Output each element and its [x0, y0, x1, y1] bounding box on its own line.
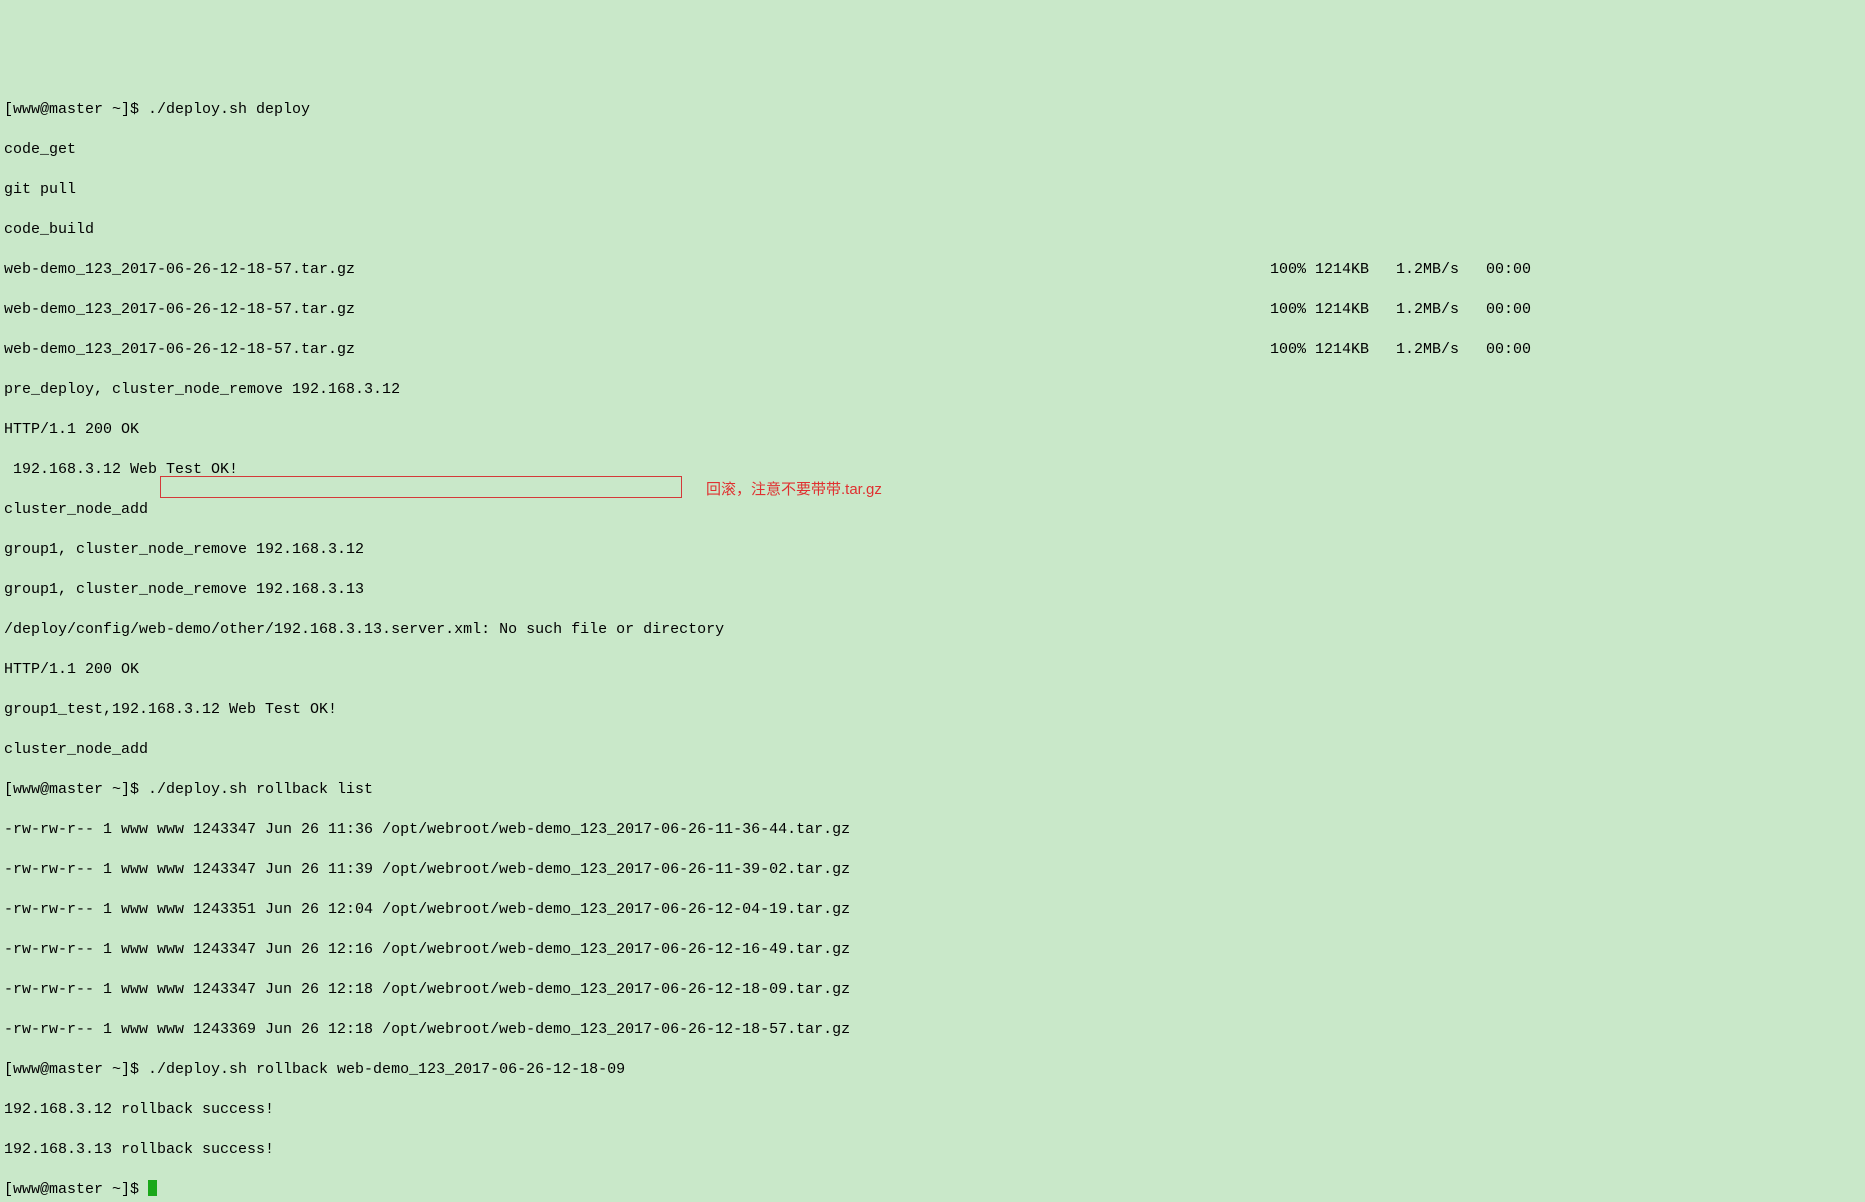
terminal-line: [www@master ~]$ ./deploy.sh rollback lis… — [4, 780, 1861, 800]
output-file: web-demo_123_2017-06-26-12-18-57.tar.gz — [4, 340, 355, 360]
terminal-output[interactable]: [www@master ~]$ ./deploy.sh deploy code_… — [0, 80, 1865, 1202]
terminal-line: /deploy/config/web-demo/other/192.168.3.… — [4, 620, 1861, 640]
transfer-stats: 100% 1214KB 1.2MB/s 00:00 — [1270, 300, 1567, 320]
prompt-command: [www@master ~]$ ./deploy.sh deploy — [4, 100, 310, 120]
terminal-line: -rw-rw-r-- 1 www www 1243369 Jun 26 12:1… — [4, 1020, 1861, 1040]
output-text: 192.168.3.12 rollback success! — [4, 1100, 274, 1120]
output-text: git pull — [4, 180, 76, 200]
output-text: 192.168.3.13 rollback success! — [4, 1140, 274, 1160]
file-listing: -rw-rw-r-- 1 www www 1243369 Jun 26 12:1… — [4, 1020, 850, 1040]
terminal-line: -rw-rw-r-- 1 www www 1243351 Jun 26 12:0… — [4, 900, 1861, 920]
terminal-line: HTTP/1.1 200 OK — [4, 420, 1861, 440]
output-text: cluster_node_add — [4, 740, 148, 760]
prompt-command: [www@master ~]$ ./deploy.sh rollback web… — [4, 1060, 625, 1080]
terminal-line: -rw-rw-r-- 1 www www 1243347 Jun 26 11:3… — [4, 820, 1861, 840]
output-text: group1, cluster_node_remove 192.168.3.12 — [4, 540, 364, 560]
output-text: code_get — [4, 140, 76, 160]
file-listing: -rw-rw-r-- 1 www www 1243347 Jun 26 12:1… — [4, 940, 850, 960]
transfer-stats: 100% 1214KB 1.2MB/s 00:00 — [1270, 260, 1567, 280]
output-text: code_build — [4, 220, 94, 240]
output-text: /deploy/config/web-demo/other/192.168.3.… — [4, 620, 724, 640]
output-text: group1_test,192.168.3.12 Web Test OK! — [4, 700, 337, 720]
terminal-line: [www@master ~]$ ./deploy.sh rollback web… — [4, 1060, 1861, 1080]
terminal-line: HTTP/1.1 200 OK — [4, 660, 1861, 680]
terminal-line: web-demo_123_2017-06-26-12-18-57.tar.gz 1… — [4, 300, 1861, 320]
terminal-line: cluster_node_add — [4, 740, 1861, 760]
terminal-line: group1, cluster_node_remove 192.168.3.12 — [4, 540, 1861, 560]
terminal-line: -rw-rw-r-- 1 www www 1243347 Jun 26 11:3… — [4, 860, 1861, 880]
terminal-line: web-demo_123_2017-06-26-12-18-57.tar.gz 1… — [4, 340, 1861, 360]
terminal-line: [www@master ~]$ — [4, 1180, 1861, 1200]
output-text: HTTP/1.1 200 OK — [4, 420, 139, 440]
cursor-icon — [148, 1180, 157, 1196]
annotation-label: 回滚，注意不要带带.tar.gz — [706, 480, 882, 500]
terminal-line: 192.168.3.13 rollback success! — [4, 1140, 1861, 1160]
terminal-line: git pull — [4, 180, 1861, 200]
terminal-line: cluster_node_add — [4, 500, 1861, 520]
file-listing: -rw-rw-r-- 1 www www 1243347 Jun 26 12:1… — [4, 980, 850, 1000]
terminal-line: group1, cluster_node_remove 192.168.3.13 — [4, 580, 1861, 600]
terminal-line: 192.168.3.12 Web Test OK! — [4, 460, 1861, 480]
file-listing: -rw-rw-r-- 1 www www 1243347 Jun 26 11:3… — [4, 860, 850, 880]
output-file: web-demo_123_2017-06-26-12-18-57.tar.gz — [4, 300, 355, 320]
output-text: 192.168.3.12 Web Test OK! — [4, 460, 238, 480]
file-listing: -rw-rw-r-- 1 www www 1243347 Jun 26 11:3… — [4, 820, 850, 840]
terminal-line: pre_deploy, cluster_node_remove 192.168.… — [4, 380, 1861, 400]
output-text: HTTP/1.1 200 OK — [4, 660, 139, 680]
prompt-command: [www@master ~]$ ./deploy.sh rollback lis… — [4, 780, 373, 800]
terminal-line: -rw-rw-r-- 1 www www 1243347 Jun 26 12:1… — [4, 980, 1861, 1000]
output-file: web-demo_123_2017-06-26-12-18-57.tar.gz — [4, 260, 355, 280]
output-text: pre_deploy, cluster_node_remove 192.168.… — [4, 380, 400, 400]
terminal-line: group1_test,192.168.3.12 Web Test OK! — [4, 700, 1861, 720]
output-text: cluster_node_add — [4, 500, 148, 520]
transfer-stats: 100% 1214KB 1.2MB/s 00:00 — [1270, 340, 1567, 360]
file-listing: -rw-rw-r-- 1 www www 1243351 Jun 26 12:0… — [4, 900, 850, 920]
terminal-line: code_build — [4, 220, 1861, 240]
prompt-text: [www@master ~]$ — [4, 1180, 148, 1200]
terminal-line: 192.168.3.12 rollback success! — [4, 1100, 1861, 1120]
output-text: group1, cluster_node_remove 192.168.3.13 — [4, 580, 364, 600]
terminal-line: web-demo_123_2017-06-26-12-18-57.tar.gz 1… — [4, 260, 1861, 280]
terminal-line: code_get — [4, 140, 1861, 160]
terminal-line: -rw-rw-r-- 1 www www 1243347 Jun 26 12:1… — [4, 940, 1861, 960]
terminal-line: [www@master ~]$ ./deploy.sh deploy — [4, 100, 1861, 120]
